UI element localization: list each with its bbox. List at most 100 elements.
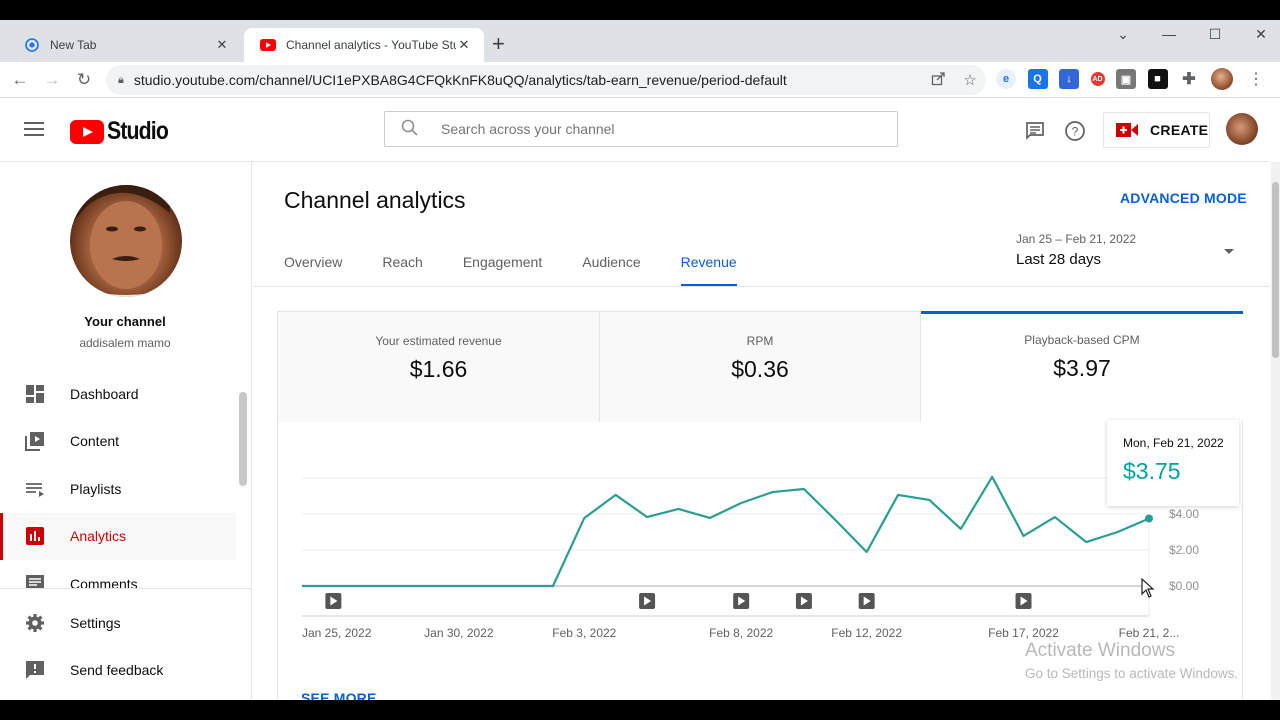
extension-search-icon[interactable]: Q	[1027, 69, 1048, 89]
browser-tab-new-tab[interactable]: New Tab ✕	[8, 28, 242, 62]
date-range-text: Jan 25 – Feb 21, 2022	[1016, 232, 1137, 246]
x-tick-label: Feb 17, 2022	[988, 626, 1059, 640]
playlists-icon	[24, 478, 46, 500]
help-icon[interactable]: ?	[1063, 119, 1087, 143]
url-text[interactable]: studio.youtube.com/channel/UCI1ePXBA8G4C…	[134, 72, 922, 88]
extension-tab-icon[interactable]: ■	[1147, 69, 1168, 89]
svg-text:?: ?	[1072, 125, 1079, 139]
sidebar-item-content[interactable]: Content	[0, 418, 236, 466]
dashboard-icon	[24, 383, 46, 405]
sidebar-bottom-nav: Settings Send feedback	[0, 588, 252, 694]
sidebar-item-label: Analytics	[70, 528, 127, 545]
video-published-marker[interactable]	[858, 593, 875, 609]
video-published-marker[interactable]	[325, 593, 342, 609]
x-tick-label: Feb 8, 2022	[709, 626, 773, 640]
y-tick-label: $4.00	[1169, 507, 1199, 521]
activate-windows-watermark: Activate Windows Go to Settings to activ…	[1025, 640, 1238, 681]
x-tick-label: Feb 3, 2022	[552, 626, 616, 640]
sidebar-item-playlists[interactable]: Playlists	[0, 465, 236, 513]
bookmark-star-icon[interactable]: ☆	[954, 71, 986, 89]
main-content: Channel analytics ADVANCED MODE Overview…	[253, 162, 1270, 700]
channel-avatar[interactable]	[70, 185, 182, 297]
video-published-marker[interactable]	[639, 593, 656, 609]
tab-title: New Tab	[50, 38, 97, 52]
profile-avatar[interactable]	[1210, 68, 1233, 90]
logo-text: Studio	[107, 117, 169, 145]
extensions-puzzle-icon[interactable]: ✚	[1179, 69, 1199, 89]
advanced-mode-button[interactable]: ADVANCED MODE	[1120, 190, 1247, 206]
see-more-button[interactable]: SEE MORE	[301, 690, 377, 700]
mouse-cursor-icon	[1141, 578, 1155, 598]
create-label: CREATE	[1150, 122, 1209, 138]
extension-download-icon[interactable]: ↓	[1059, 69, 1079, 89]
x-tick-label: Jan 25, 2022	[302, 626, 372, 640]
lock-icon[interactable]: 🔒︎	[118, 74, 124, 87]
period-text: Last 28 days	[1016, 251, 1102, 268]
page-title: Channel analytics	[284, 187, 466, 213]
content-icon	[24, 430, 46, 452]
x-tick-label: Jan 30, 2022	[424, 626, 494, 640]
extension-adblock-icon[interactable]: AD	[1090, 72, 1105, 86]
extension-icon-1[interactable]: e	[996, 69, 1016, 89]
browser-newtab-icon	[24, 37, 40, 53]
youtube-icon	[260, 37, 276, 53]
watermark-line1: Activate Windows	[1025, 640, 1175, 661]
close-icon[interactable]: ✕	[456, 37, 472, 53]
tab-title: Channel analytics - YouTube Studio	[286, 38, 456, 52]
search-input[interactable]	[441, 121, 897, 137]
tab-audience[interactable]: Audience	[582, 244, 640, 287]
maximize-icon[interactable]: ☐	[1192, 20, 1238, 48]
sidebar-item-settings[interactable]: Settings	[0, 599, 252, 647]
extensions-bar: e Q ↓ AD ▣ ■ ✚ ⋮	[996, 68, 1264, 90]
cpm-series-line	[302, 475, 1150, 588]
forward-icon[interactable]: →	[36, 70, 68, 90]
video-published-marker[interactable]	[733, 593, 750, 609]
watermark-line2: Go to Settings to activate Windows.	[1025, 666, 1239, 681]
main-scrollbar[interactable]	[1271, 162, 1280, 700]
new-tab-button[interactable]: +	[492, 33, 505, 55]
sidebar-item-label: Content	[70, 433, 120, 450]
sidebar-scrollbar[interactable]	[239, 392, 247, 486]
window-close-icon[interactable]: ✕	[1238, 20, 1280, 48]
sidebar-item-label: Settings	[70, 614, 121, 631]
tab-overview[interactable]: Overview	[284, 244, 342, 287]
feedback-icon	[24, 659, 46, 681]
sidebar-item-analytics[interactable]: Analytics	[0, 512, 236, 560]
video-published-marker[interactable]	[1015, 593, 1032, 609]
share-icon[interactable]	[922, 71, 954, 90]
address-bar[interactable]: 🔒︎ studio.youtube.com/channel/UCI1ePXBA8…	[106, 65, 986, 95]
x-tick-label: Feb 21, 2...	[1119, 626, 1180, 640]
menu-icon[interactable]	[24, 119, 44, 139]
extension-camera-icon[interactable]: ▣	[1116, 69, 1136, 89]
main-scrollbar-thumb[interactable]	[1272, 182, 1279, 358]
sidebar-item-dashboard[interactable]: Dashboard	[0, 370, 236, 418]
studio-logo[interactable]: Studio	[70, 117, 179, 146]
date-range-picker[interactable]: Jan 25 – Feb 21, 2022 Last 28 days	[1016, 232, 1236, 268]
tab-revenue[interactable]: Revenue	[680, 244, 737, 287]
screen: New Tab ✕ Channel analytics - YouTube St…	[0, 20, 1280, 700]
browser-menu-icon[interactable]: ⋮	[1248, 69, 1264, 89]
create-button[interactable]: CREATE	[1103, 112, 1210, 148]
sidebar-item-comments[interactable]: Comments	[0, 560, 236, 588]
account-avatar[interactable]	[1226, 113, 1258, 145]
tooltip-date: Mon, Feb 21, 2022	[1123, 436, 1224, 450]
sidebar-item-send-feedback[interactable]: Send feedback	[0, 647, 252, 695]
messages-icon[interactable]	[1023, 119, 1047, 143]
minimize-icon[interactable]: —	[1146, 20, 1192, 48]
close-icon[interactable]: ✕	[214, 37, 230, 53]
x-tick-label: Feb 12, 2022	[831, 626, 902, 640]
back-icon[interactable]: ←	[4, 70, 36, 90]
tooltip-value: $3.75	[1123, 458, 1181, 484]
chart-tooltip: Mon, Feb 21, 2022 $3.75	[1107, 420, 1239, 506]
analytics-icon	[24, 525, 46, 547]
channel-search[interactable]	[384, 111, 898, 147]
tab-search-chevron-icon[interactable]: ⌄	[1100, 20, 1146, 48]
search-icon	[401, 119, 421, 140]
browser-tab-channel-analytics[interactable]: Channel analytics - YouTube Studio ✕	[244, 28, 484, 62]
reload-icon[interactable]: ↻	[68, 70, 100, 90]
tab-reach[interactable]: Reach	[382, 244, 422, 287]
video-published-marker[interactable]	[795, 593, 812, 609]
sidebar-nav: Dashboard Content Playlists Analytics Co…	[0, 370, 236, 588]
y-tick-label: $2.00	[1169, 543, 1199, 557]
tab-engagement[interactable]: Engagement	[463, 244, 542, 287]
